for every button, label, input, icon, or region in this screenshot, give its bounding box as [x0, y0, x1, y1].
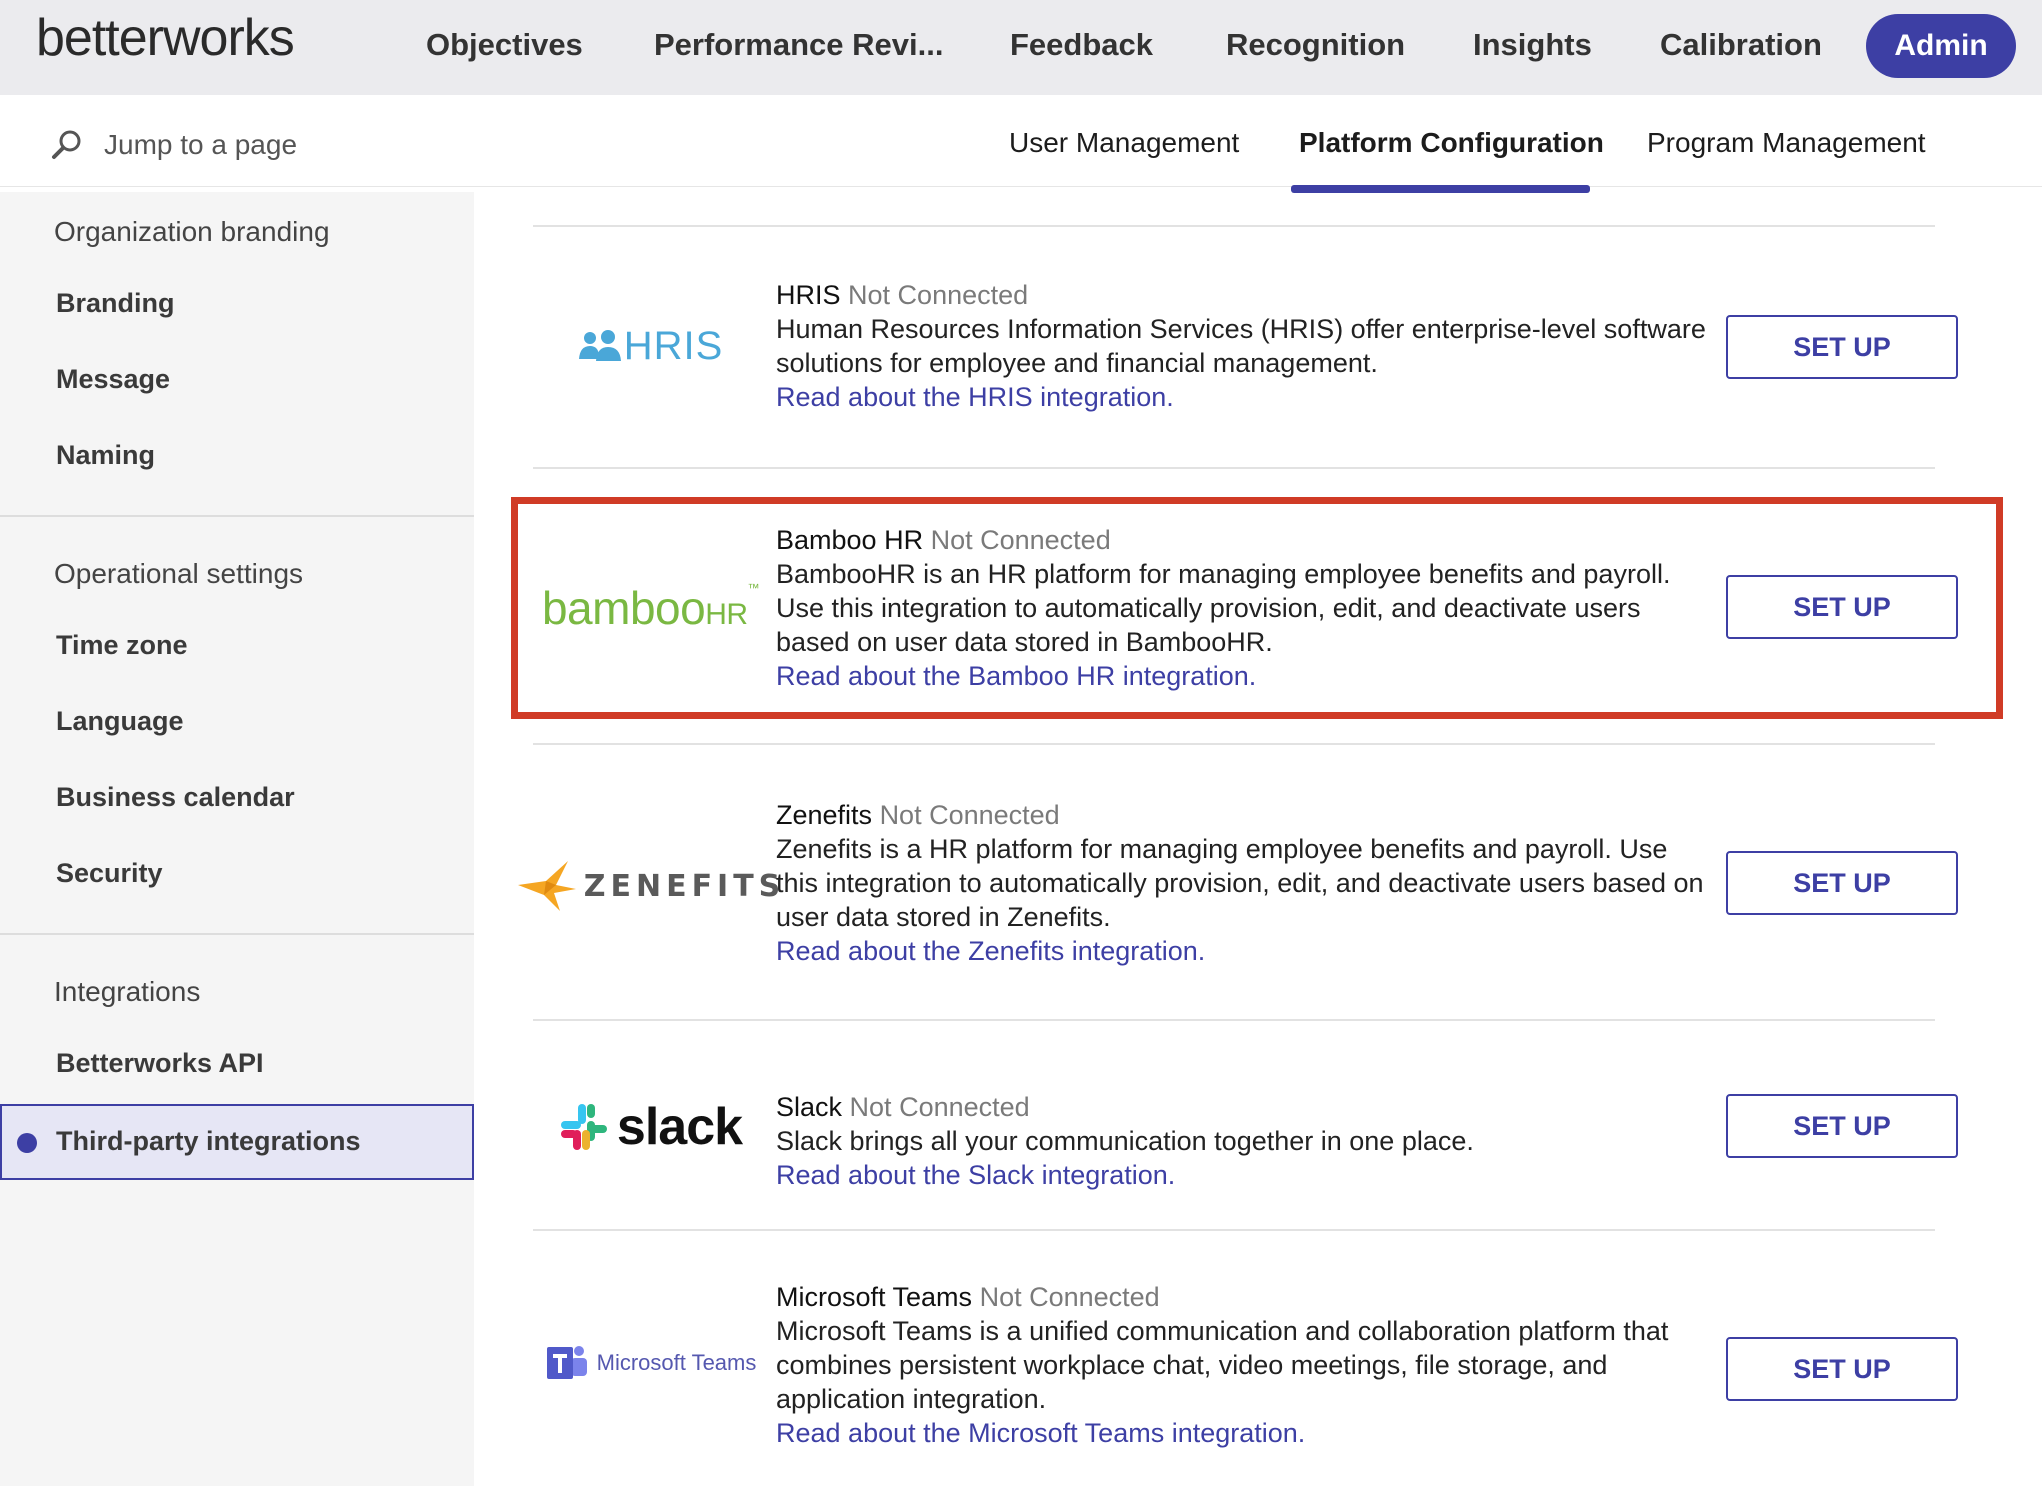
integration-description: Human Resources Information Services (HR…: [776, 314, 1706, 378]
integration-description: Slack brings all your communication toge…: [776, 1126, 1474, 1156]
zenefits-setup-button[interactable]: SET UP: [1726, 851, 1958, 915]
microsoft-teams-integration-link[interactable]: Read about the Microsoft Teams integrati…: [776, 1416, 1716, 1450]
integration-card-slack: slack Slack Not Connected Slack brings a…: [533, 1020, 2003, 1230]
sidebar-item-security[interactable]: Security: [56, 858, 163, 889]
nav-performance-reviews[interactable]: Performance Revi...: [654, 0, 943, 95]
integration-title: HRIS: [776, 280, 841, 310]
nav-objectives[interactable]: Objectives: [426, 0, 583, 95]
connection-status: Not Connected: [979, 1282, 1160, 1312]
nav-recognition[interactable]: Recognition: [1226, 0, 1405, 95]
tab-platform-configuration[interactable]: Platform Configuration: [1299, 95, 1604, 187]
sidebar-divider: [0, 933, 474, 935]
integration-card-hris: HRIS HRIS Not Connected Human Resources …: [533, 226, 2003, 468]
zenefits-integration-link[interactable]: Read about the Zenefits integration.: [776, 934, 1716, 968]
people-icon: [578, 330, 621, 361]
nav-calibration[interactable]: Calibration: [1660, 0, 1822, 95]
sidebar-divider: [0, 515, 474, 517]
sidebar-heading-operational-settings: Operational settings: [54, 558, 304, 589]
sidebar-item-time-zone[interactable]: Time zone: [56, 630, 188, 661]
hris-logo: HRIS: [533, 321, 768, 371]
hris-setup-button[interactable]: SET UP: [1726, 315, 1958, 379]
sidebar-item-naming[interactable]: Naming: [56, 440, 155, 471]
slack-integration-link[interactable]: Read about the Slack integration.: [776, 1158, 1716, 1192]
tab-program-management[interactable]: Program Management: [1647, 95, 1926, 187]
sidebar-item-label: Third-party integrations: [56, 1126, 361, 1156]
sidebar-heading-integrations: Integrations: [54, 976, 201, 1007]
connection-status: Not Connected: [849, 1092, 1030, 1122]
search-placeholder: Jump to a page: [104, 129, 298, 160]
active-indicator-dot: [17, 1133, 37, 1153]
betterworks-logo[interactable]: betterworks: [36, 8, 295, 68]
sidebar-item-branding[interactable]: Branding: [56, 288, 175, 319]
teams-icon: [546, 1346, 587, 1379]
integration-details: Zenefits Not Connected Zenefits is a HR …: [776, 798, 1716, 968]
settings-sidebar: Organization branding Branding Message N…: [0, 192, 474, 1486]
integration-details: Slack Not Connected Slack brings all you…: [776, 1090, 1716, 1192]
sidebar-item-language[interactable]: Language: [56, 706, 184, 737]
integration-card-microsoft-teams: Microsoft Teams Microsoft Teams Not Conn…: [533, 1230, 2003, 1486]
zenefits-logo-text: ZENEFITS: [583, 868, 786, 904]
slack-logo-text: slack: [616, 1098, 743, 1156]
zenefits-logo: ZENEFITS: [517, 856, 780, 916]
microsoft-teams-logo: Microsoft Teams: [533, 1340, 768, 1386]
slack-setup-button[interactable]: SET UP: [1726, 1094, 1958, 1158]
active-tab-indicator: [1291, 185, 1590, 193]
sidebar-item-message[interactable]: Message: [56, 364, 170, 395]
tab-user-management[interactable]: User Management: [1009, 95, 1239, 187]
microsoft-teams-setup-button[interactable]: SET UP: [1726, 1337, 1958, 1401]
hris-logo-text: HRIS: [623, 323, 724, 368]
integration-title: Zenefits: [776, 800, 873, 830]
connection-status: Not Connected: [848, 280, 1029, 310]
top-navigation-bar: betterworks Objectives Performance Revi.…: [0, 0, 2042, 95]
sidebar-item-third-party-integrations[interactable]: Third-party integrations: [0, 1104, 474, 1180]
sidebar-item-business-calendar[interactable]: Business calendar: [56, 782, 295, 813]
search-input[interactable]: Jump to a page: [50, 125, 297, 165]
integration-card-zenefits: ZENEFITS Zenefits Not Connected Zenefits…: [517, 744, 2003, 1020]
highlight-annotation-box: [511, 497, 2003, 719]
integration-title: Microsoft Teams: [776, 1282, 973, 1312]
connection-status: Not Connected: [879, 800, 1060, 830]
hris-integration-link[interactable]: Read about the HRIS integration.: [776, 380, 1716, 414]
sidebar-heading-organization-branding: Organization branding: [54, 216, 330, 247]
slack-icon: [560, 1104, 607, 1150]
sidebar-item-betterworks-api[interactable]: Betterworks API: [56, 1048, 264, 1079]
slack-logo: slack: [533, 1092, 768, 1162]
sub-header: Jump to a page User Management Platform …: [0, 95, 2042, 187]
admin-button[interactable]: Admin: [1866, 14, 2016, 78]
integration-description: Microsoft Teams is a unified communicati…: [776, 1316, 1669, 1414]
bird-icon: [517, 861, 576, 911]
nav-feedback[interactable]: Feedback: [1010, 0, 1153, 95]
integration-description: Zenefits is a HR platform for managing e…: [776, 834, 1704, 932]
integration-title: Slack: [776, 1092, 843, 1122]
integration-details: Microsoft Teams Not Connected Microsoft …: [776, 1280, 1716, 1450]
integration-details: HRIS Not Connected Human Resources Infor…: [776, 278, 1716, 414]
nav-insights[interactable]: Insights: [1473, 0, 1592, 95]
microsoft-teams-logo-text: Microsoft Teams: [596, 1350, 757, 1375]
search-icon: [52, 130, 81, 159]
